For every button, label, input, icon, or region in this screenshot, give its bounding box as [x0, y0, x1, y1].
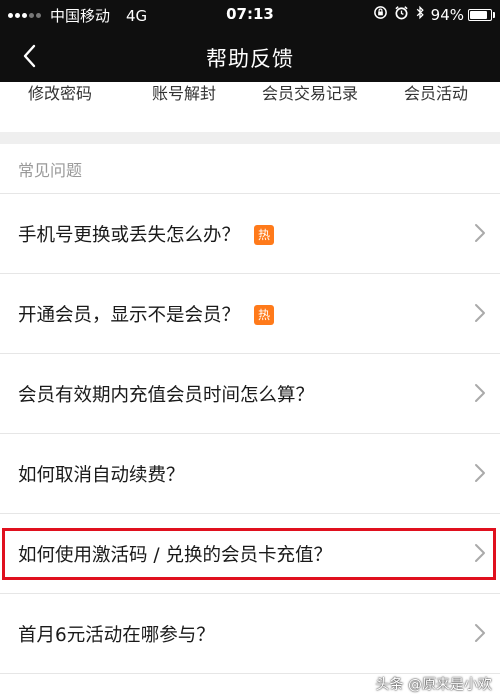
status-right: 94%	[373, 5, 495, 24]
faq-item-activation-code[interactable]: 如何使用激活码 / 兑换的会员卡充值？	[0, 514, 500, 594]
faq-item-text: 如何取消自动续费？	[18, 465, 185, 486]
chevron-right-icon	[475, 464, 485, 482]
chevron-right-icon	[475, 544, 485, 562]
nav-bar: 帮助反馈	[0, 30, 500, 82]
faq-item-text: 手机号更换或丢失怎么办？热	[18, 221, 275, 247]
faq-item-text: 开通会员，显示不是会员？热	[18, 301, 275, 327]
chevron-right-icon	[475, 304, 485, 322]
alarm-icon	[394, 5, 409, 24]
tab-change-password[interactable]: 修改密码	[28, 82, 92, 104]
tab-member-transactions[interactable]: 会员交易记录	[262, 82, 358, 104]
faq-item-member-time[interactable]: 会员有效期内充值会员时间怎么算？	[0, 354, 500, 434]
chevron-right-icon	[475, 624, 485, 642]
tab-member-activities[interactable]: 会员活动	[404, 82, 468, 104]
watermark-text: 头条 @原来是小欢	[375, 677, 492, 693]
section-divider	[0, 132, 500, 144]
battery-icon	[468, 8, 495, 21]
hot-badge: 热	[254, 305, 275, 325]
faq-list: 手机号更换或丢失怎么办？热 开通会员，显示不是会员？热 会员有效期内充值会员时间…	[0, 194, 500, 674]
faq-item-not-member[interactable]: 开通会员，显示不是会员？热	[0, 274, 500, 354]
battery-percent: 94%	[430, 5, 464, 24]
faq-item-text: 首月6元活动在哪参与？	[18, 625, 215, 646]
hot-badge: 热	[254, 225, 275, 245]
status-bar: 中国移动 4G 07:13 94%	[0, 0, 500, 30]
faq-item-cancel-renewal[interactable]: 如何取消自动续费？	[0, 434, 500, 514]
battery-fill	[470, 10, 487, 19]
faq-item-text: 会员有效期内充值会员时间怎么算？	[18, 385, 315, 406]
faq-section-header: 常见问题	[0, 144, 500, 194]
help-feedback-page: 中国移动 4G 07:13 94% 帮助反馈 修改密码 账号解封 会员交易记录 …	[0, 0, 500, 700]
faq-section-title: 常见问题	[18, 161, 83, 180]
chevron-right-icon	[475, 224, 485, 242]
faq-item-text: 如何使用激活码 / 兑换的会员卡充值？	[18, 545, 332, 566]
faq-item-first-month-offer[interactable]: 首月6元活动在哪参与？	[0, 594, 500, 674]
page-title: 帮助反馈	[206, 47, 294, 71]
tab-account-unban[interactable]: 账号解封	[152, 82, 216, 104]
quick-tabs: 修改密码 账号解封 会员交易记录 会员活动	[0, 82, 500, 132]
chevron-right-icon	[475, 384, 485, 402]
orientation-lock-icon	[373, 5, 388, 24]
faq-item-phone-change[interactable]: 手机号更换或丢失怎么办？热	[0, 194, 500, 274]
bluetooth-icon	[415, 5, 425, 24]
